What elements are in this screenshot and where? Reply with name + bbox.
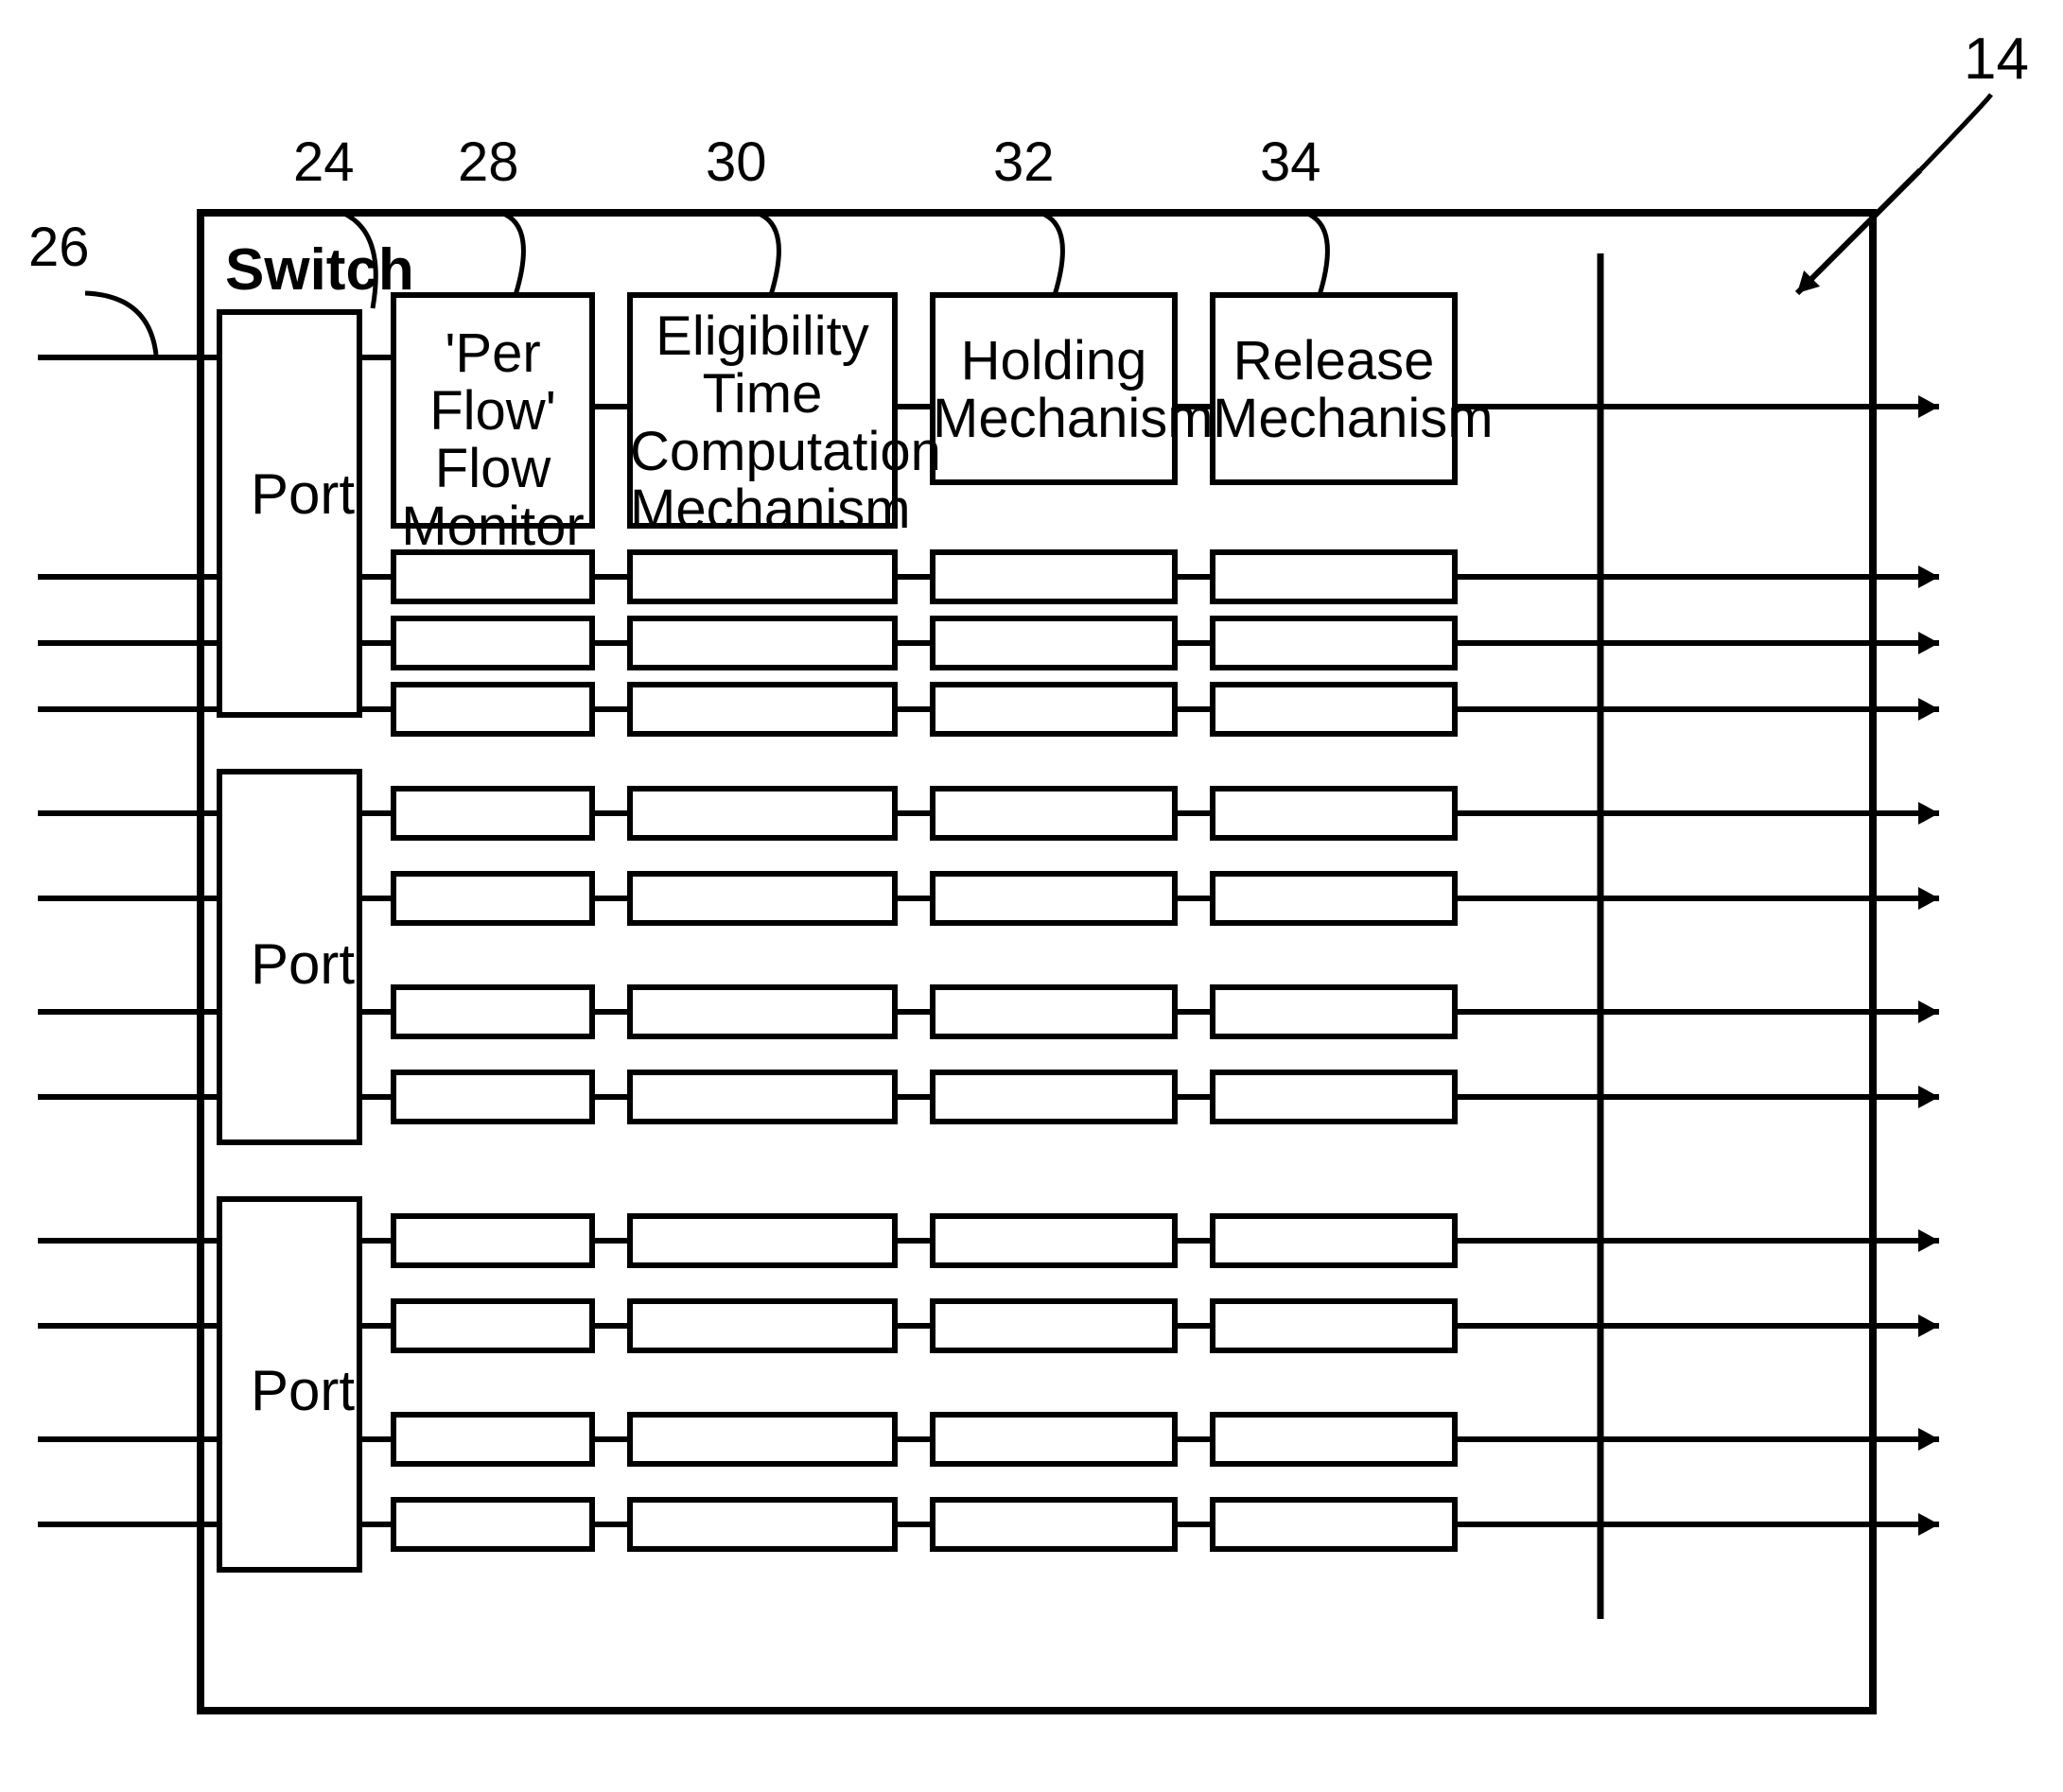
port-label-1: Port bbox=[251, 461, 355, 527]
lead-label-30: 30 bbox=[706, 134, 767, 192]
lead-label-34: 34 bbox=[1260, 134, 1321, 192]
figure-ref-label: 14 bbox=[1964, 28, 2029, 90]
port-label-3: Port bbox=[251, 1358, 355, 1423]
block-label-holding: Holding Mechanism bbox=[933, 333, 1175, 448]
block-label-eligibility: Eligibility Time Computation Mechanism bbox=[630, 308, 895, 539]
port-label-2: Port bbox=[251, 931, 355, 997]
lead-label-24: 24 bbox=[293, 134, 355, 192]
switch-title: Switch bbox=[225, 236, 414, 304]
lead-label-26: 26 bbox=[28, 219, 90, 277]
lead-label-32: 32 bbox=[993, 134, 1055, 192]
lead-label-28: 28 bbox=[458, 134, 519, 192]
block-label-release: Release Mechanism bbox=[1213, 333, 1455, 448]
block-label-flow-monitor: 'Per Flow' Flow Monitor bbox=[393, 325, 592, 556]
